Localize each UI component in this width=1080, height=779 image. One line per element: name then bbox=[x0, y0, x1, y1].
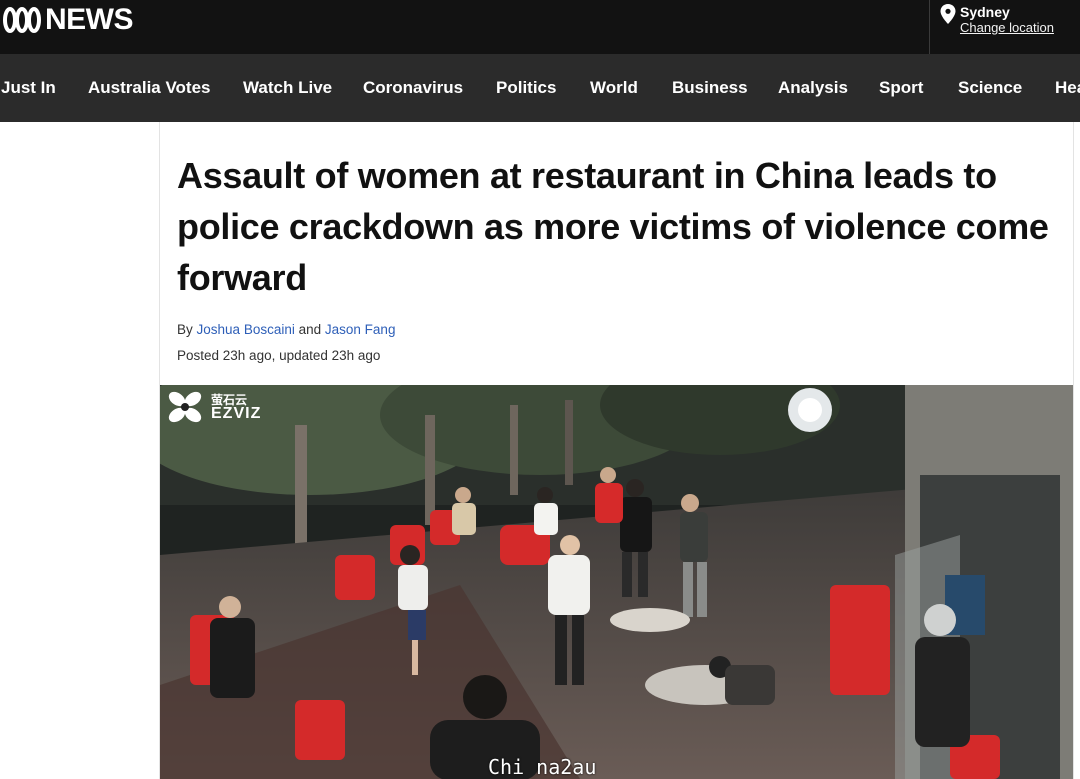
nav-item-business[interactable]: Business bbox=[672, 54, 748, 122]
main-nav: Just In Australia Votes Watch Live Coron… bbox=[0, 54, 1080, 122]
location-city: Sydney bbox=[960, 4, 1010, 20]
location-selector[interactable]: Sydney Change location bbox=[940, 4, 1054, 36]
abc-logo-icon bbox=[3, 7, 41, 33]
author-link-jason-fang[interactable]: Jason Fang bbox=[325, 322, 396, 337]
author-link-joshua-boscaini[interactable]: Joshua Boscaini bbox=[197, 322, 295, 337]
byline-and: and bbox=[298, 322, 322, 337]
article-border-right bbox=[1073, 122, 1074, 779]
nav-item-politics[interactable]: Politics bbox=[496, 54, 556, 122]
location-pin-icon bbox=[940, 4, 956, 24]
nav-item-australia-votes[interactable]: Australia Votes bbox=[88, 54, 211, 122]
nav-item-health[interactable]: Hea bbox=[1055, 54, 1080, 122]
ezviz-logo-icon bbox=[168, 391, 202, 423]
nav-item-world[interactable]: World bbox=[590, 54, 638, 122]
top-bar: NEWS Sydney Change location bbox=[0, 0, 1080, 54]
image-overlay-text: Chi na2au bbox=[488, 755, 597, 779]
ezviz-watermark: 萤石云 EZVIZ bbox=[165, 389, 261, 425]
article-hero-image[interactable] bbox=[160, 385, 1073, 779]
nav-item-analysis[interactable]: Analysis bbox=[778, 54, 848, 122]
left-gutter bbox=[0, 122, 159, 779]
nav-item-just-in[interactable]: Just In bbox=[1, 54, 56, 122]
article-headline: Assault of women at restaurant in China … bbox=[177, 155, 1049, 298]
nav-item-sport[interactable]: Sport bbox=[879, 54, 923, 122]
cctv-scene-illustration bbox=[160, 385, 1073, 779]
nav-item-watch-live[interactable]: Watch Live bbox=[243, 54, 332, 122]
nav-item-science[interactable]: Science bbox=[958, 54, 1022, 122]
change-location-link[interactable]: Change location bbox=[960, 20, 1054, 36]
logo-text: NEWS bbox=[45, 3, 134, 36]
abc-news-logo[interactable]: NEWS bbox=[2, 3, 134, 36]
byline-prefix: By bbox=[177, 322, 193, 337]
watermark-en-text: EZVIZ bbox=[211, 405, 262, 422]
nav-item-coronavirus[interactable]: Coronavirus bbox=[363, 54, 463, 122]
byline: By Joshua Boscaini and Jason Fang bbox=[177, 322, 395, 337]
location-divider bbox=[929, 0, 930, 54]
posted-timestamp: Posted 23h ago, updated 23h ago bbox=[177, 348, 381, 363]
